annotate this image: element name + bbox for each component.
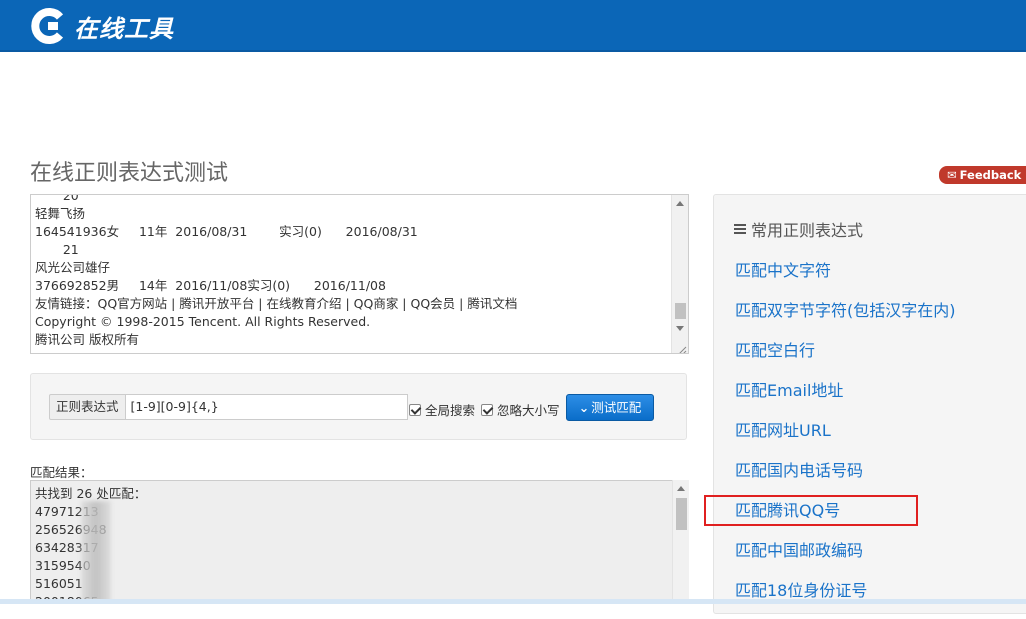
feedback-tab[interactable]: ✉ Feedback xyxy=(939,166,1026,184)
sidebar-link-list: 匹配中文字符 匹配双字节字符(包括汉字在内) 匹配空白行 匹配Email地址 匹… xyxy=(735,259,956,619)
result-scrollbar[interactable] xyxy=(672,480,689,604)
regex-input[interactable]: [1-9][0-9]{4,} xyxy=(125,394,408,420)
mail-icon: ✉ xyxy=(947,168,957,182)
logo-text: 在线工具 xyxy=(74,13,174,43)
regex-addon-label: 正则表达式 xyxy=(49,394,126,420)
result-label: 匹配结果： xyxy=(30,465,93,480)
checkbox-checked-icon[interactable] xyxy=(409,403,421,416)
resize-grip-icon[interactable] xyxy=(675,340,687,353)
sidebar-link-double-byte[interactable]: 匹配双字节字符(包括汉字在内) xyxy=(735,299,956,339)
sidebar-title-text: 常用正则表达式 xyxy=(751,221,864,240)
sidebar-link-postcode[interactable]: 匹配中国邮政编码 xyxy=(735,539,956,579)
scroll-thumb[interactable] xyxy=(676,498,687,530)
sidebar-title: 常用正则表达式 xyxy=(734,217,863,241)
ignore-case-label: 忽略大小写 xyxy=(497,403,560,418)
sidebar-link-chinese[interactable]: 匹配中文字符 xyxy=(735,259,956,299)
checkbox-checked-icon[interactable] xyxy=(481,403,493,416)
scroll-down-arrow-icon[interactable] xyxy=(676,326,684,331)
site-logo[interactable]: 在线工具 xyxy=(30,8,174,44)
highlight-annotation-box xyxy=(704,495,918,526)
test-match-label: 测试匹配 xyxy=(591,400,642,415)
sidebar-link-blank-line[interactable]: 匹配空白行 xyxy=(735,339,956,379)
common-regex-sidebar: 常用正则表达式 匹配中文字符 匹配双字节字符(包括汉字在内) 匹配空白行 匹配E… xyxy=(713,194,1026,614)
scroll-thumb[interactable] xyxy=(675,303,686,319)
bottom-edge xyxy=(0,599,1026,604)
result-textarea[interactable]: 共找到 26 处匹配： 47971213 256526948 63428317 … xyxy=(30,480,689,604)
global-search-label: 全局搜索 xyxy=(425,403,476,418)
global-search-checkbox[interactable]: 全局搜索 xyxy=(409,400,475,419)
test-match-button[interactable]: ⌄ 测试匹配 xyxy=(566,394,654,421)
feedback-label: Feedback xyxy=(959,168,1022,182)
scroll-up-arrow-icon[interactable] xyxy=(676,201,684,206)
source-scrollbar[interactable] xyxy=(671,195,688,353)
top-navbar: 在线工具 xyxy=(0,0,1026,52)
list-icon xyxy=(734,223,746,235)
blur-mask xyxy=(81,501,111,603)
sidebar-link-email[interactable]: 匹配Email地址 xyxy=(735,379,956,419)
logo-c-icon xyxy=(30,7,68,45)
regex-input-group: 正则表达式 [1-9][0-9]{4,} xyxy=(49,394,408,420)
ignore-case-checkbox[interactable]: 忽略大小写 xyxy=(481,400,560,419)
sidebar-link-phone[interactable]: 匹配国内电话号码 xyxy=(735,459,956,499)
sidebar-link-url[interactable]: 匹配网址URL xyxy=(735,419,956,459)
page-title: 在线正则表达式测试 xyxy=(30,161,229,186)
chevron-down-icon: ⌄ xyxy=(578,400,590,415)
scroll-up-arrow-icon[interactable] xyxy=(677,486,685,491)
regex-form-panel: 正则表达式 [1-9][0-9]{4,} 全局搜索 忽略大小写 ⌄ 测试匹配 xyxy=(30,373,687,440)
source-textarea[interactable]: 20 轻舞飞扬 164541936女 11年 2016/08/31 实习(0) … xyxy=(30,194,689,354)
source-text: 20 轻舞飞扬 164541936女 11年 2016/08/31 实习(0) … xyxy=(35,194,518,347)
